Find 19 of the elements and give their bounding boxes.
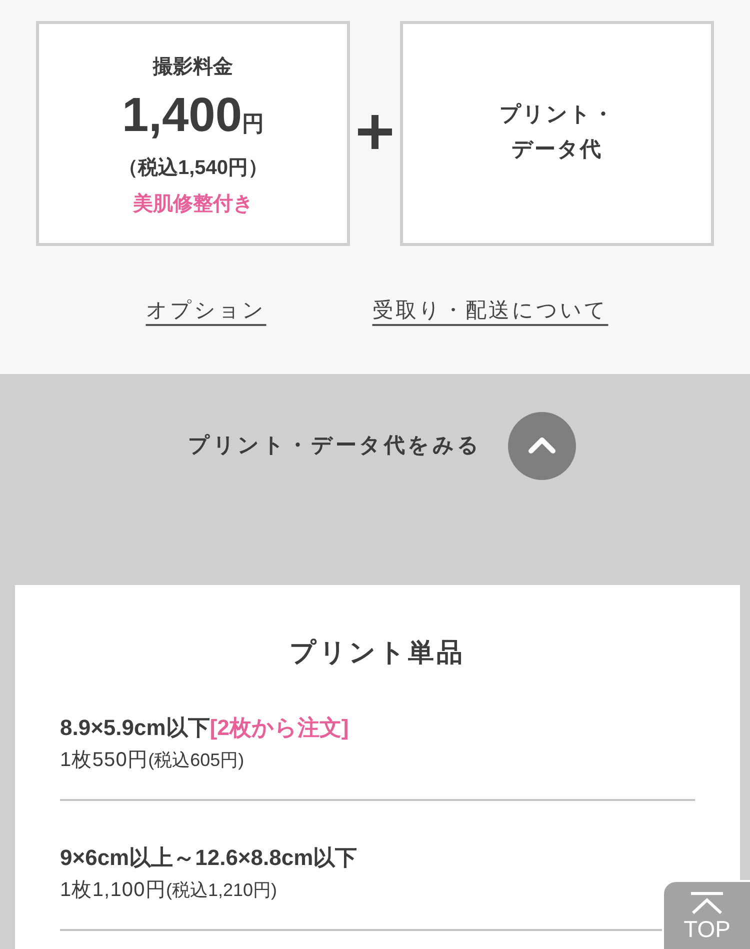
- unit-price: 1枚550円: [60, 748, 148, 773]
- price-amount: 1,400: [122, 90, 242, 142]
- currency-unit: 円: [242, 111, 264, 137]
- plus-icon: [358, 114, 392, 148]
- price-toggle-button[interactable]: プリント・データ代をみる: [174, 412, 576, 480]
- retouch-note: 美肌修整付き: [133, 192, 253, 217]
- section-title: プリント単品: [290, 637, 466, 667]
- print-size: 9×6cm以上～12.6×8.8cm以下: [60, 844, 358, 872]
- card-title: プリント・ データ代: [499, 102, 615, 162]
- nav-link[interactable]: オプション: [146, 296, 266, 326]
- bar-chevron-up-icon: [689, 892, 725, 914]
- order-minimum-note: [2枚から注文]: [210, 714, 349, 742]
- unit-price: 1枚1,100円: [60, 878, 166, 903]
- card-title: 撮影料金: [153, 55, 233, 80]
- print-size: 8.9×5.9cm以下: [60, 714, 210, 742]
- nav-link[interactable]: 受取り・配送について: [372, 296, 608, 326]
- tax-included-price: (税込605円): [148, 749, 244, 772]
- tax-included-price: （税込1,540円）: [118, 156, 268, 181]
- tax-included-price: (税込1,210円): [166, 879, 278, 902]
